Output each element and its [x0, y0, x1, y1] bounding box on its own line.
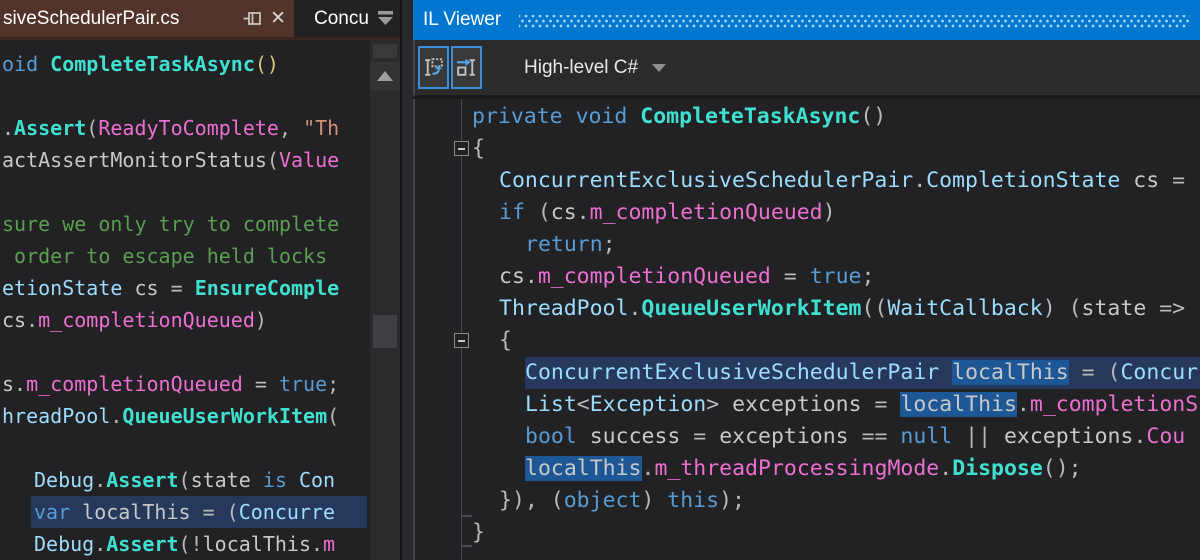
code-line[interactable]: bool success = exceptions == null || exc… — [525, 421, 1185, 453]
code-line[interactable]: localThis.m_threadProcessingMode.Dispose… — [525, 453, 1082, 485]
pin-icon[interactable] — [242, 8, 263, 29]
scroll-up-button[interactable] — [370, 62, 400, 90]
code-line[interactable]: { — [472, 133, 485, 165]
minus-icon — [458, 148, 465, 150]
left-scrollbar[interactable] — [370, 40, 400, 560]
code-line[interactable]: Debug.Assert(state is Con — [34, 464, 335, 496]
sync-caret-from-source-button[interactable] — [451, 46, 482, 89]
il-viewer-title: IL Viewer — [423, 9, 501, 31]
code-line[interactable]: oid CompleteTaskAsync() — [2, 48, 279, 80]
il-viewer-pane: IL Viewer — [413, 0, 1200, 560]
minus-icon — [458, 340, 465, 342]
code-line[interactable]: if (cs.m_completionQueued) — [499, 197, 836, 229]
close-icon[interactable]: ✕ — [270, 7, 286, 30]
scrollbar-thumb[interactable] — [373, 315, 397, 348]
code-line[interactable]: order to escape held locks — [2, 240, 327, 272]
chevron-down-icon — [652, 64, 666, 72]
view-mode-dropdown[interactable]: High-level C# — [524, 57, 638, 79]
code-line[interactable]: } — [472, 517, 485, 549]
code-line[interactable]: s.m_completionQueued = true; — [2, 368, 339, 400]
tab-concurrent-file[interactable]: Concu — [294, 0, 400, 37]
tab-source-file[interactable]: siveSchedulerPair.cs ✕ — [0, 0, 294, 37]
il-code-area: private void CompleteTaskAsync(){Concurr… — [413, 99, 1200, 560]
sync-caret-from-source-icon — [455, 56, 478, 79]
code-line[interactable]: }), (object) this); — [499, 485, 745, 517]
code-line[interactable]: cs.m_completionQueued = true; — [499, 261, 874, 293]
structure-guide-corner — [461, 545, 472, 547]
tab-title: siveSchedulerPair.cs — [3, 8, 238, 30]
chevron-down-icon[interactable] — [375, 10, 397, 27]
code-line[interactable]: .Assert(ReadyToComplete, "Th — [2, 112, 339, 144]
structure-guide-line — [461, 99, 462, 560]
scrollbar-top-box — [373, 44, 397, 58]
code-line[interactable]: ConcurrentExclusiveSchedulerPair.Complet… — [499, 165, 1185, 197]
il-viewer-toolbar: High-level C# — [413, 40, 1200, 97]
titlebar-grip — [519, 15, 1190, 28]
ide-window: siveSchedulerPair.cs ✕ Concu — [0, 0, 1200, 560]
code-line[interactable]: { — [499, 325, 512, 357]
code-line[interactable]: actAssertMonitorStatus(Value — [2, 144, 339, 176]
code-line[interactable]: ConcurrentExclusiveSchedulerPair localTh… — [525, 357, 1198, 389]
code-line[interactable]: private void CompleteTaskAsync() — [472, 101, 886, 133]
structure-guide-corner — [461, 515, 472, 517]
code-line[interactable]: sure we only try to complete — [2, 208, 339, 240]
sync-caret-in-il-button[interactable] — [418, 46, 449, 89]
sync-caret-in-il-icon — [422, 56, 445, 79]
code-line[interactable]: List<Exception> exceptions = localThis.m… — [525, 389, 1198, 421]
tab-title: Concu — [314, 8, 369, 30]
code-line[interactable]: Debug.Assert(!localThis.m — [34, 528, 335, 560]
code-line[interactable]: var localThis = (Concurre — [34, 496, 335, 528]
source-editor-pane: siveSchedulerPair.cs ✕ Concu — [0, 0, 400, 560]
scroll-up-arrow-icon — [377, 71, 393, 81]
code-line[interactable]: etionState cs = EnsureComple — [2, 272, 339, 304]
pane-splitter[interactable] — [400, 0, 413, 560]
il-viewer-titlebar[interactable]: IL Viewer — [413, 0, 1200, 40]
collapse-toggle[interactable] — [454, 333, 469, 348]
source-code-area: oid CompleteTaskAsync() .Assert(ReadyToCo… — [0, 43, 370, 560]
collapse-toggle[interactable] — [454, 141, 469, 156]
code-line[interactable]: hreadPool.QueueUserWorkItem( — [2, 400, 339, 432]
code-line[interactable]: ThreadPool.QueueUserWorkItem((WaitCallba… — [499, 293, 1185, 325]
editor-tab-bar: siveSchedulerPair.cs ✕ Concu — [0, 0, 400, 40]
code-line[interactable]: return; — [525, 229, 616, 261]
code-line[interactable]: cs.m_completionQueued) — [2, 304, 267, 336]
